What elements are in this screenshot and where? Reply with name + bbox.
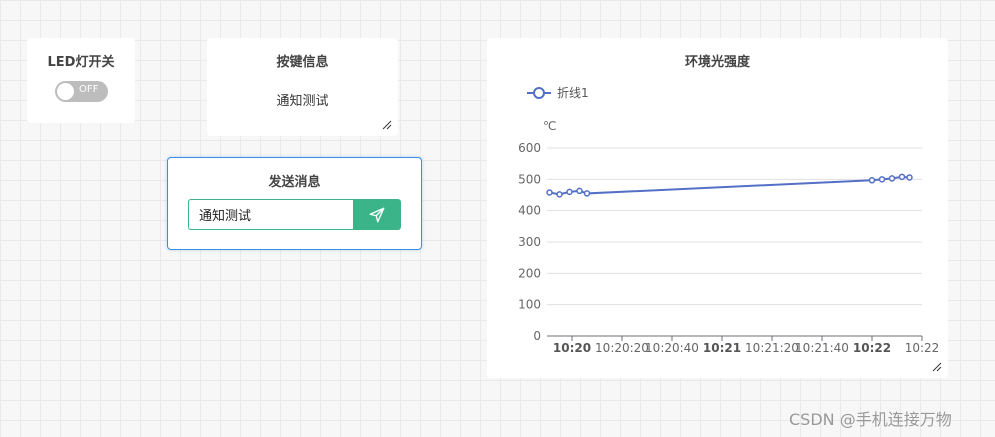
legend-label: 折线1 xyxy=(557,85,589,100)
data-point xyxy=(546,189,553,196)
key-message-text: 通知测试 xyxy=(276,94,329,109)
y-tick-label: 600 xyxy=(518,141,541,155)
message-input[interactable] xyxy=(188,199,353,230)
data-point xyxy=(576,187,583,195)
data-point xyxy=(556,191,563,198)
data-point xyxy=(906,174,913,181)
x-tick-label: 10:21:40 xyxy=(795,341,849,355)
y-tick-label: 500 xyxy=(518,172,541,186)
light-intensity-chart-card: 环境光强度 折线1 ℃ 0 100 200 300 400 500 600 10:20 10:20:… xyxy=(487,38,948,378)
data-point xyxy=(583,190,591,197)
x-tick-label: 10:20:20 xyxy=(595,341,649,355)
x-tick-label: 10:22 xyxy=(853,341,891,355)
y-tick-label: 100 xyxy=(518,298,541,312)
led-toggle-switch[interactable]: OFF xyxy=(55,81,108,102)
led-switch-card: LED灯开关 OFF xyxy=(27,38,135,123)
legend-marker xyxy=(533,87,545,99)
toggle-knob xyxy=(57,83,74,100)
send-card-title: 发送消息 xyxy=(268,175,321,190)
y-tick-label: 200 xyxy=(518,266,541,280)
resize-handle-icon[interactable] xyxy=(932,362,942,372)
x-tick-label: 10:20 xyxy=(553,341,591,355)
line-chart: 折线1℃010020030040050060010:20 10:20:2010:2… xyxy=(518,85,940,355)
data-point xyxy=(868,177,876,184)
send-button[interactable] xyxy=(353,199,401,230)
x-tick-label: 10:21:20 xyxy=(745,341,799,355)
y-tick-label: 300 xyxy=(518,235,541,249)
x-tick-label: 10:21 xyxy=(703,341,741,355)
data-point xyxy=(888,175,896,182)
key-info-card: 按键信息 通知测试 xyxy=(207,38,398,136)
resize-handle-icon[interactable] xyxy=(382,120,392,130)
y-tick-label: 400 xyxy=(518,204,541,218)
data-point xyxy=(566,188,573,196)
toggle-state-text: OFF xyxy=(79,84,99,95)
data-point xyxy=(878,176,886,183)
y-axis-unit: ℃ xyxy=(543,119,556,133)
send-message-card: 发送消息 xyxy=(167,157,422,250)
key-card-title: 按键信息 xyxy=(276,55,329,70)
data-point xyxy=(898,173,906,181)
x-tick-label: 10:20:40 xyxy=(645,341,699,355)
x-tick-label: 10:22 xyxy=(905,341,940,355)
watermark-text: CSDN @手机连接万物 xyxy=(789,410,952,429)
led-card-title: LED灯开关 xyxy=(47,55,115,70)
y-tick-label: 0 xyxy=(533,329,541,343)
send-icon xyxy=(369,207,385,222)
